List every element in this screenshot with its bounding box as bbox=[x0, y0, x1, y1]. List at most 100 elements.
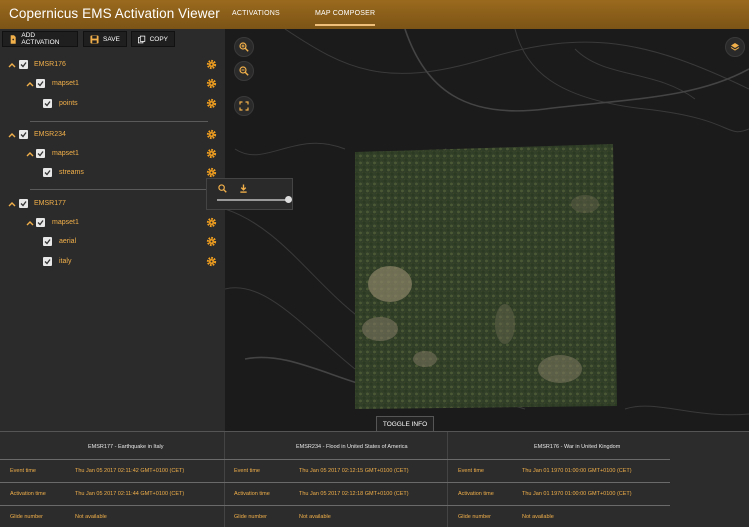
checkbox[interactable] bbox=[43, 237, 52, 246]
check-icon bbox=[20, 201, 27, 207]
zoom-in-icon bbox=[239, 42, 249, 52]
checkbox[interactable] bbox=[19, 60, 28, 69]
zoom-to-layer-icon[interactable] bbox=[218, 184, 227, 193]
glide-number-label: Glide number bbox=[10, 514, 44, 520]
app-title: Copernicus EMS Activation Viewer bbox=[9, 6, 220, 21]
event-time-value: Thu Jan 05 2017 02:12:15 GMT+0100 (CET) bbox=[299, 468, 409, 474]
chevron-up-icon[interactable] bbox=[8, 61, 16, 69]
tree-mapset-emsr176[interactable]: mapset1 bbox=[0, 78, 225, 92]
tree-layer-streams[interactable]: streams bbox=[0, 167, 225, 181]
map-view[interactable]: TOGGLE INFO bbox=[225, 29, 749, 431]
gear-icon[interactable] bbox=[206, 256, 217, 267]
info-column-title: EMSR234 - Flood in United States of Amer… bbox=[296, 444, 408, 450]
check-icon bbox=[37, 151, 44, 157]
opacity-slider[interactable] bbox=[217, 199, 287, 201]
checkbox[interactable] bbox=[43, 99, 52, 108]
tab-map-composer[interactable]: MAP COMPOSER bbox=[315, 10, 376, 26]
gear-icon[interactable] bbox=[206, 217, 217, 228]
glide-number-label: Glide number bbox=[234, 514, 268, 520]
checkbox[interactable] bbox=[36, 79, 45, 88]
gear-icon[interactable] bbox=[206, 78, 217, 89]
copy-icon bbox=[138, 35, 146, 43]
tree-activation-emsr234[interactable]: EMSR234 bbox=[0, 129, 225, 143]
tree-divider bbox=[30, 189, 208, 190]
layers-button[interactable] bbox=[725, 37, 745, 57]
tree-layer-points[interactable]: points bbox=[0, 98, 225, 112]
check-icon bbox=[44, 259, 51, 265]
activation-label: EMSR234 bbox=[34, 131, 66, 138]
row-divider bbox=[0, 459, 670, 460]
fullscreen-button[interactable] bbox=[234, 96, 254, 116]
check-icon bbox=[20, 132, 27, 138]
zoom-out-button[interactable] bbox=[234, 61, 254, 81]
save-button[interactable]: SAVE bbox=[83, 31, 127, 47]
tree-layer-aerial[interactable]: aerial bbox=[0, 236, 225, 250]
tree-mapset-emsr177[interactable]: mapset1 bbox=[0, 217, 225, 231]
save-label: SAVE bbox=[103, 35, 120, 43]
add-file-icon bbox=[10, 34, 16, 44]
gear-icon[interactable] bbox=[206, 129, 217, 140]
activation-time-label: Activation time bbox=[458, 491, 494, 497]
row-divider bbox=[0, 505, 670, 506]
save-icon bbox=[90, 34, 99, 44]
layer-label: aerial bbox=[59, 238, 77, 245]
gear-icon[interactable] bbox=[206, 167, 217, 178]
tree-activation-emsr177[interactable]: EMSR177 bbox=[0, 198, 225, 212]
gear-icon[interactable] bbox=[206, 59, 217, 70]
tree-activation-emsr176[interactable]: EMSR176 bbox=[0, 59, 225, 73]
event-time-value: Thu Jan 05 2017 02:11:42 GMT+0100 (CET) bbox=[75, 468, 185, 474]
check-icon bbox=[44, 170, 51, 176]
checkbox[interactable] bbox=[19, 199, 28, 208]
gear-icon[interactable] bbox=[206, 236, 217, 247]
chevron-up-icon[interactable] bbox=[8, 131, 16, 139]
aerial-image-layer bbox=[355, 144, 617, 409]
chevron-up-icon[interactable] bbox=[26, 80, 34, 88]
add-activation-button[interactable]: ADD ACTIVATION bbox=[2, 31, 78, 47]
copy-button[interactable]: COPY bbox=[131, 31, 175, 47]
zoom-out-icon bbox=[239, 66, 249, 76]
tree-divider bbox=[30, 121, 208, 122]
activation-label: EMSR177 bbox=[34, 200, 66, 207]
checkbox[interactable] bbox=[43, 257, 52, 266]
activation-time-label: Activation time bbox=[234, 491, 270, 497]
opacity-slider-thumb[interactable] bbox=[285, 196, 292, 203]
layer-label: streams bbox=[59, 169, 84, 176]
layer-label: points bbox=[59, 100, 78, 107]
checkbox[interactable] bbox=[19, 130, 28, 139]
add-activation-label: ADD ACTIVATION bbox=[21, 32, 60, 46]
glide-number-label: Glide number bbox=[458, 514, 492, 520]
activation-label: EMSR176 bbox=[34, 61, 66, 68]
copy-label: COPY bbox=[149, 35, 168, 43]
activation-time-value: Thu Jan 01 1970 01:00:00 GMT+0100 (CET) bbox=[522, 491, 632, 497]
checkbox[interactable] bbox=[36, 149, 45, 158]
tab-activations[interactable]: ACTIVATIONS bbox=[232, 10, 280, 17]
gear-icon[interactable] bbox=[206, 148, 217, 159]
checkbox[interactable] bbox=[43, 168, 52, 177]
sidebar: ADD ACTIVATION SAVE COPY EMSR176 mapset1… bbox=[0, 29, 225, 431]
chevron-up-icon[interactable] bbox=[26, 150, 34, 158]
zoom-in-button[interactable] bbox=[234, 37, 254, 57]
check-icon bbox=[37, 220, 44, 226]
layer-settings-popover bbox=[206, 178, 293, 210]
fullscreen-icon bbox=[239, 101, 249, 111]
event-time-label: Event time bbox=[458, 468, 484, 474]
event-time-label: Event time bbox=[10, 468, 36, 474]
chevron-up-icon[interactable] bbox=[8, 200, 16, 208]
row-divider bbox=[0, 482, 670, 483]
gear-icon[interactable] bbox=[206, 98, 217, 109]
chevron-up-icon[interactable] bbox=[26, 219, 34, 227]
toggle-info-button[interactable]: TOGGLE INFO bbox=[376, 416, 434, 431]
app-header: Copernicus EMS Activation Viewer ACTIVAT… bbox=[0, 0, 749, 29]
column-divider bbox=[224, 432, 225, 527]
checkbox[interactable] bbox=[36, 218, 45, 227]
glide-number-value: Not available bbox=[75, 514, 107, 520]
check-icon bbox=[37, 81, 44, 87]
glide-number-value: Not available bbox=[522, 514, 554, 520]
check-icon bbox=[44, 101, 51, 107]
check-icon bbox=[20, 62, 27, 68]
tree-mapset-emsr234[interactable]: mapset1 bbox=[0, 148, 225, 162]
tree-layer-italy[interactable]: italy bbox=[0, 256, 225, 270]
activation-time-value: Thu Jan 05 2017 02:11:44 GMT+0100 (CET) bbox=[75, 491, 185, 497]
download-icon[interactable] bbox=[239, 184, 248, 193]
layer-label: italy bbox=[59, 258, 72, 265]
